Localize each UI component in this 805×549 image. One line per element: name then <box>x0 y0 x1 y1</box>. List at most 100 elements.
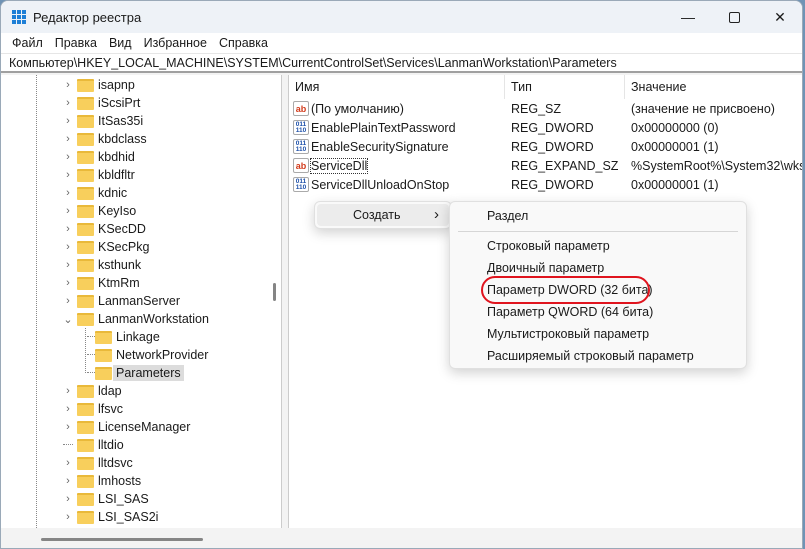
chevron-right-icon[interactable]: › <box>63 205 73 217</box>
key-tree: › isapnp › iScsiPrt › ItSas35i › kbdclass › kbdhi… <box>1 75 282 530</box>
value-row[interactable]: ab ServiceDll REG_EXPAND_SZ %SystemRoot%\Sy… <box>289 156 802 175</box>
tree-item[interactable]: › lmhosts <box>63 472 141 490</box>
folder-icon <box>77 96 94 110</box>
chevron-right-icon[interactable]: › <box>63 295 73 307</box>
tree-item[interactable]: › LSI_SAS <box>63 490 149 508</box>
value-row[interactable]: ab (По умолчанию) REG_SZ (значение не присв… <box>289 99 802 118</box>
menu-edit[interactable]: Правка <box>49 36 103 50</box>
tree-item[interactable]: › kbldfltr <box>63 166 135 184</box>
tree-item[interactable]: › LanmanServer <box>63 292 180 310</box>
tree-item[interactable]: › KSecPkg <box>63 238 149 256</box>
chevron-right-icon[interactable]: › <box>63 403 73 415</box>
value-row[interactable]: 011 110 EnableSecuritySignature REG_DWORD 0x… <box>289 137 802 156</box>
string-value-icon: ab <box>293 101 309 116</box>
chevron-right-icon[interactable]: › <box>63 475 73 487</box>
value-data: %SystemRoot%\System32\wkssvc.dll <box>631 158 802 173</box>
address-bar[interactable]: Компьютер\HKEY_LOCAL_MACHINE\SYSTEM\Curr… <box>1 53 802 73</box>
tree-item[interactable]: › ItSas35i <box>63 112 143 130</box>
chevron-right-icon[interactable]: › <box>63 277 73 289</box>
tree-item[interactable]: › KtmRm <box>63 274 140 292</box>
tree-item[interactable]: › ksthunk <box>63 256 141 274</box>
column-header-value[interactable]: Значение <box>625 75 802 99</box>
tree-hscroll-thumb[interactable] <box>41 538 203 541</box>
tree-item[interactable]: › KeyIso <box>63 202 136 220</box>
submenu-item[interactable]: Расширяемый строковый параметр <box>454 345 742 367</box>
column-header-type[interactable]: Тип <box>505 75 625 99</box>
tree-item[interactable]: › ldap <box>63 382 121 400</box>
menu-file[interactable]: Файл <box>6 36 49 50</box>
tree-item[interactable]: › isapnp <box>63 76 135 94</box>
tree-item[interactable]: › iScsiPrt <box>63 94 140 112</box>
chevron-down-icon[interactable]: ⌄ <box>63 313 73 326</box>
tree-item-label: kdnic <box>98 186 128 200</box>
value-name: ServiceDllUnloadOnStop <box>311 177 450 192</box>
folder-icon <box>95 330 112 344</box>
menu-separator <box>458 231 738 232</box>
tree-item-label: Linkage <box>116 330 160 344</box>
folder-icon <box>77 186 94 200</box>
tree-item-label: KSecPkg <box>98 240 150 254</box>
tree-item-label: lmhosts <box>98 474 142 488</box>
value-type: REG_DWORD <box>511 120 594 135</box>
maximize-icon[interactable] <box>711 1 757 33</box>
submenu-item[interactable]: Строковый параметр <box>454 235 742 257</box>
chevron-right-icon[interactable]: › <box>63 151 73 163</box>
value-row[interactable]: 011 110 EnablePlainTextPassword REG_DWORD 0x… <box>289 118 802 137</box>
menu-favorites[interactable]: Избранное <box>138 36 213 50</box>
submenu-item[interactable]: Параметр QWORD (64 бита) <box>454 301 742 323</box>
menu-item-create[interactable]: Создать › <box>317 204 449 226</box>
tree-item[interactable]: Linkage <box>87 328 160 346</box>
tree-scroll-thumb[interactable] <box>273 283 276 301</box>
tree-item-label: NetworkProvider <box>116 348 209 362</box>
chevron-right-icon[interactable]: › <box>63 241 73 253</box>
chevron-right-icon[interactable]: › <box>63 457 73 469</box>
values-horizontal-scrollbar[interactable] <box>288 528 802 548</box>
chevron-right-icon[interactable]: › <box>63 223 73 235</box>
menu-view[interactable]: Вид <box>103 36 138 50</box>
minimize-icon[interactable]: — <box>665 1 711 33</box>
tree-vertical-scrollbar[interactable] <box>267 75 281 530</box>
chevron-right-icon[interactable]: › <box>63 259 73 271</box>
folder-icon <box>77 312 94 326</box>
tree-item[interactable]: › lfsvc <box>63 400 123 418</box>
chevron-right-icon[interactable]: › <box>63 385 73 397</box>
chevron-right-icon[interactable]: › <box>63 97 73 109</box>
tree-item[interactable]: › kbdhid <box>63 148 135 166</box>
chevron-right-icon[interactable]: › <box>63 79 73 91</box>
tree-item[interactable]: lltdio <box>63 436 124 454</box>
tree-connector <box>87 346 95 355</box>
tree-item[interactable]: Parameters <box>87 364 184 382</box>
submenu-item[interactable]: Раздел <box>454 205 742 227</box>
tree-item[interactable]: NetworkProvider <box>87 346 208 364</box>
chevron-right-icon[interactable]: › <box>63 493 73 505</box>
title-bar[interactable]: Редактор реестра — ✕ <box>1 1 802 33</box>
submenu-item[interactable]: Мультистроковый параметр <box>454 323 742 345</box>
close-icon[interactable]: ✕ <box>757 1 802 33</box>
chevron-right-icon[interactable]: › <box>63 511 73 523</box>
tree-item[interactable]: › lltdsvc <box>63 454 133 472</box>
chevron-right-icon[interactable]: › <box>63 115 73 127</box>
tree-item-label: ItSas35i <box>98 114 144 128</box>
chevron-right-icon[interactable]: › <box>63 133 73 145</box>
chevron-right-icon[interactable]: › <box>63 421 73 433</box>
column-header-name[interactable]: Имя <box>289 75 505 99</box>
tree-horizontal-scrollbar[interactable] <box>1 528 282 548</box>
folder-icon <box>77 240 94 254</box>
value-type: REG_DWORD <box>511 139 594 154</box>
chevron-right-icon[interactable]: › <box>63 169 73 181</box>
tree-item[interactable]: › LSI_SAS2i <box>63 508 158 526</box>
tree-item[interactable]: ⌄ LanmanWorkstation <box>63 310 209 328</box>
value-type: REG_DWORD <box>511 177 594 192</box>
menu-help[interactable]: Справка <box>213 36 274 50</box>
chevron-right-icon[interactable]: › <box>63 187 73 199</box>
tree-item[interactable]: › KSecDD <box>63 220 146 238</box>
folder-icon <box>77 402 94 416</box>
tree-item[interactable]: › kbdclass <box>63 130 146 148</box>
tree-item-label: lfsvc <box>98 402 123 416</box>
value-type: REG_SZ <box>511 101 562 116</box>
tree-item[interactable]: › LicenseManager <box>63 418 190 436</box>
highlight-circle <box>481 276 650 304</box>
value-row[interactable]: 011 110 ServiceDllUnloadOnStop REG_DWORD 0x0… <box>289 175 802 194</box>
tree-item[interactable]: › kdnic <box>63 184 127 202</box>
tree-connector <box>63 436 73 445</box>
